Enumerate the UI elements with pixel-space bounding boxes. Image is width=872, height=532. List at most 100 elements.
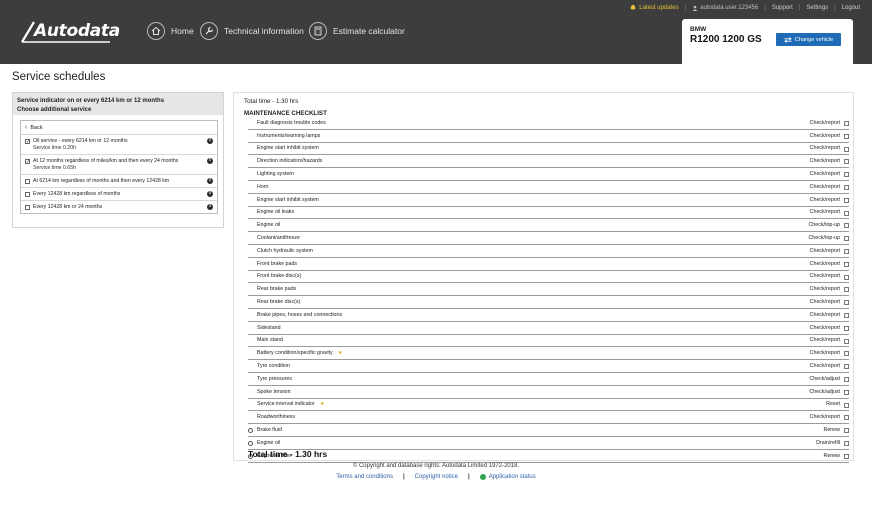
checklist-item-action: Check/report — [809, 414, 840, 421]
user-account[interactable]: autodata.user.123456 — [692, 5, 758, 11]
circle-bullet-icon — [248, 440, 253, 446]
checklist-row: Engine oil Check/top-up — [248, 219, 849, 233]
checklist-item-action: Check/adjust — [809, 388, 840, 395]
checklist-item-name: Battery condition/specific gravity — [257, 350, 333, 357]
checkbox[interactable] — [25, 205, 30, 210]
change-vehicle-button[interactable]: Change vehicle — [776, 33, 841, 46]
row-checkbox[interactable] — [844, 184, 849, 190]
info-icon[interactable]: i — [207, 204, 213, 210]
maintenance-checklist-panel: Total time - 1.30 hrs MAINTENANCE CHECKL… — [233, 92, 854, 463]
settings-link[interactable]: Settings — [806, 5, 828, 11]
choose-additional-label: Choose additional service — [17, 107, 92, 113]
application-status-label: Application status — [488, 474, 536, 480]
service-options-panel: Service indicator on or every 6214 km or… — [12, 92, 224, 228]
row-checkbox[interactable] — [844, 287, 849, 293]
checklist-item-name: Engine oil — [257, 222, 281, 229]
vehicle-card: BMW R1200 1200 GS Change vehicle — [682, 19, 853, 65]
total-time-bottom: Total time - 1.30 hrs — [248, 449, 328, 459]
info-icon[interactable]: i — [207, 138, 213, 144]
checkbox[interactable] — [25, 179, 30, 184]
row-checkbox[interactable] — [844, 364, 849, 370]
service-option-12428km-24months[interactable]: Every 12428 km or 24 months i — [21, 201, 217, 213]
row-checkbox[interactable] — [844, 172, 849, 178]
divider: | — [402, 474, 405, 480]
row-checkbox[interactable] — [844, 133, 849, 139]
service-option-12428km[interactable]: Every 12428 km regardless of months i — [21, 188, 217, 201]
back-button[interactable]: ‹ Back — [21, 121, 217, 135]
row-checkbox[interactable] — [844, 223, 849, 229]
page-title: Service schedules — [12, 71, 106, 83]
row-checkbox[interactable] — [844, 325, 849, 331]
checklist-row: Engine oil leaks Check/report — [248, 207, 849, 220]
row-checkbox[interactable] — [844, 248, 849, 254]
row-checkbox[interactable] — [844, 274, 849, 280]
copyright-notice-link[interactable]: Copyright notice — [415, 474, 458, 480]
wrench-icon — [200, 22, 218, 40]
user-icon — [692, 5, 698, 11]
service-option-label: Every 12428 km or 24 months — [33, 204, 103, 210]
row-checkbox[interactable] — [844, 415, 849, 421]
row-checkbox[interactable] — [844, 312, 849, 318]
checklist-row: Clutch hydraulic system Check/report — [248, 245, 849, 258]
row-checkbox[interactable] — [844, 210, 849, 216]
checklist-item-name: Spoke tension — [257, 388, 291, 395]
checklist-item-action: Check/report — [809, 350, 840, 357]
home-icon — [147, 22, 165, 40]
checklist-item-name: Engine oil leaks — [257, 209, 295, 216]
row-checkbox[interactable] — [844, 146, 849, 152]
service-time: Service time 0.20h — [33, 145, 76, 151]
autodata-logo[interactable]: Autodata — [20, 20, 120, 43]
checkbox-checked[interactable]: ✓ — [25, 139, 30, 145]
checklist-item-name: Instruments/warning lamps — [257, 132, 321, 139]
nav-home-label: Home — [171, 26, 194, 36]
terms-link[interactable]: Terms and conditions — [336, 474, 393, 480]
row-checkbox[interactable] — [844, 402, 849, 408]
row-checkbox[interactable] — [844, 197, 849, 203]
checklist-item-action: Check/report — [809, 363, 840, 370]
application-status-link[interactable]: Application status — [479, 474, 536, 480]
row-checkbox[interactable] — [844, 428, 849, 434]
service-option-label: At 12 months regardless of miles/km and … — [33, 158, 179, 164]
row-checkbox[interactable] — [844, 261, 849, 267]
info-icon[interactable]: i — [207, 191, 213, 197]
checklist-item-name: Rear brake pads — [257, 286, 297, 293]
checklist-item-name: Main stand — [257, 337, 283, 344]
row-checkbox[interactable] — [844, 338, 849, 344]
checklist-row: Tyre pressures Check/adjust — [248, 373, 849, 386]
checklist-row: Horn Check/report — [248, 181, 849, 194]
row-checkbox[interactable] — [844, 440, 849, 446]
service-option-label: Every 12428 km regardless of months — [33, 191, 121, 197]
checklist-item-action: Check/report — [809, 311, 840, 318]
checkbox[interactable] — [25, 192, 30, 197]
checklist-item-action: Renew — [823, 427, 841, 434]
checkbox-checked[interactable]: ✓ — [25, 159, 30, 165]
service-time: Service time 0.65h — [33, 165, 76, 171]
info-icon[interactable]: i — [207, 158, 213, 164]
top-utility-bar: Latest updates | autodata.user.123456 | … — [630, 4, 860, 11]
support-link[interactable]: Support — [772, 5, 793, 11]
nav-estimate-calculator[interactable]: Estimate calculator — [309, 20, 405, 42]
checklist-row: Engine start inhibit system Check/report — [248, 194, 849, 207]
logout-link[interactable]: Logout — [842, 5, 860, 11]
checklist-row: Spoke tension Check/adjust — [248, 386, 849, 399]
service-option-6214km[interactable]: At 6214 km regardless of months and then… — [21, 175, 217, 188]
service-option-label: At 6214 km regardless of months and then… — [33, 178, 170, 184]
checklist-item-name: Clutch hydraulic system — [257, 247, 313, 254]
service-option-12-months[interactable]: ✓ At 12 months regardless of miles/km an… — [21, 155, 217, 175]
divider: | — [764, 4, 766, 11]
row-checkbox[interactable] — [844, 300, 849, 306]
nav-home[interactable]: Home — [147, 20, 194, 42]
checklist-item-name: Rear brake disc(s) — [257, 299, 301, 306]
row-checkbox[interactable] — [844, 453, 849, 459]
row-checkbox[interactable] — [844, 389, 849, 395]
nav-technical-information[interactable]: Technical information — [200, 20, 304, 42]
row-checkbox[interactable] — [844, 121, 849, 126]
calculator-icon — [309, 22, 327, 40]
row-checkbox[interactable] — [844, 236, 849, 242]
row-checkbox[interactable] — [844, 159, 849, 165]
row-checkbox[interactable] — [844, 376, 849, 382]
info-icon[interactable]: i — [207, 178, 213, 184]
row-checkbox[interactable] — [844, 351, 849, 357]
latest-updates-link[interactable]: Latest updates — [630, 4, 679, 11]
service-option-oil-service[interactable]: ✓ Oil service - every 6214 km or 12 mont… — [21, 135, 217, 155]
